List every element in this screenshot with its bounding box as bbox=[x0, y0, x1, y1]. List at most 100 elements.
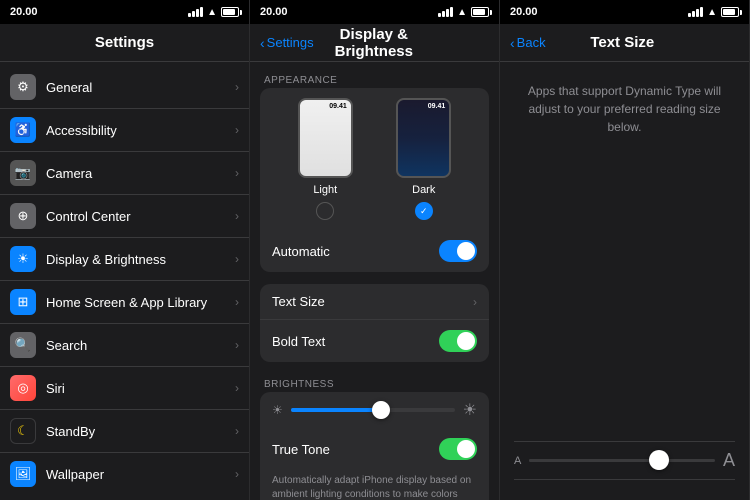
back-button-textsize[interactable]: ‹ Back bbox=[510, 35, 546, 51]
light-thumb: 09.41 bbox=[298, 98, 353, 178]
settings-panel: 20.00 ▲ Settings ⚙ General › ♿ Accessibi… bbox=[0, 0, 250, 500]
chevron-icon: › bbox=[235, 80, 239, 94]
status-time-3: 20.00 bbox=[510, 6, 538, 18]
appearance-header: APPEARANCE bbox=[250, 71, 351, 92]
brightness-fill bbox=[291, 408, 381, 412]
chevron-icon: › bbox=[235, 209, 239, 223]
display-icon: ☀ bbox=[10, 246, 36, 272]
display-title: Display & Brightness bbox=[314, 26, 434, 60]
text-size-description: Apps that support Dynamic Type will adju… bbox=[500, 62, 749, 152]
text-size-chevron: › bbox=[473, 295, 477, 309]
light-status: 09.41 bbox=[300, 100, 351, 112]
status-icons-2: ▲ bbox=[438, 7, 489, 18]
wifi-icon-2: ▲ bbox=[457, 7, 467, 18]
dark-option[interactable]: 09.41 Dark bbox=[396, 98, 451, 220]
back-chevron: ‹ bbox=[260, 35, 265, 51]
search-icon: 🔍 bbox=[10, 332, 36, 358]
light-label: Light bbox=[313, 184, 337, 196]
display-content: APPEARANCE 09.41 Light 09.4 bbox=[250, 62, 499, 500]
true-tone-row: True Tone bbox=[260, 428, 489, 470]
settings-title: Settings bbox=[50, 34, 199, 51]
display-label: Display & Brightness bbox=[46, 252, 225, 267]
dark-thumb: 09.41 bbox=[396, 98, 451, 178]
camera-icon: 📷 bbox=[10, 160, 36, 186]
text-size-nav: ‹ Back Text Size bbox=[500, 24, 749, 62]
status-icons-1: ▲ bbox=[188, 7, 239, 18]
settings-item-search[interactable]: 🔍 Search › bbox=[0, 323, 249, 366]
bold-text-row: Bold Text bbox=[260, 319, 489, 362]
dark-radio[interactable] bbox=[415, 202, 433, 220]
text-size-title: Text Size bbox=[546, 34, 699, 51]
font-track[interactable] bbox=[529, 459, 715, 462]
appearance-card: 09.41 Light 09.41 Dark bbox=[260, 88, 489, 272]
standby-icon: ☾ bbox=[10, 418, 36, 444]
bold-text-label: Bold Text bbox=[272, 334, 429, 349]
control-center-icon: ⊕ bbox=[10, 203, 36, 229]
text-size-panel: 20.00 ▲ ‹ Back Text Size Apps that suppo… bbox=[500, 0, 750, 500]
font-size-demo: A A bbox=[500, 152, 749, 500]
wallpaper-label: Wallpaper bbox=[46, 467, 225, 482]
camera-label: Camera bbox=[46, 166, 225, 181]
light-radio[interactable] bbox=[316, 202, 334, 220]
back-label-3: Back bbox=[517, 35, 546, 50]
battery-icon-3 bbox=[721, 7, 739, 17]
automatic-label: Automatic bbox=[272, 244, 429, 259]
back-chevron-3: ‹ bbox=[510, 35, 515, 51]
wifi-icon-3: ▲ bbox=[707, 7, 717, 18]
chevron-icon: › bbox=[235, 381, 239, 395]
status-bar-2: 20.00 ▲ bbox=[250, 0, 499, 24]
chevron-icon: › bbox=[235, 252, 239, 266]
signal-icon bbox=[188, 7, 203, 17]
bold-text-toggle[interactable] bbox=[439, 330, 477, 352]
wallpaper-icon: 🖼 bbox=[10, 461, 36, 487]
chevron-icon: › bbox=[235, 123, 239, 137]
light-time: 09.41 bbox=[329, 103, 347, 110]
font-slider-row[interactable]: A A bbox=[500, 442, 749, 479]
general-label: General bbox=[46, 80, 225, 95]
settings-item-siri[interactable]: ◎ Siri › bbox=[0, 366, 249, 409]
chevron-icon: › bbox=[235, 338, 239, 352]
light-option[interactable]: 09.41 Light bbox=[298, 98, 353, 220]
display-nav: ‹ Settings Display & Brightness bbox=[250, 24, 499, 62]
font-thumb[interactable] bbox=[649, 450, 669, 470]
status-bar-1: 20.00 ▲ bbox=[0, 0, 249, 24]
settings-item-display[interactable]: ☀ Display & Brightness › bbox=[0, 237, 249, 280]
settings-item-control-center[interactable]: ⊕ Control Center › bbox=[0, 194, 249, 237]
appearance-thumbnails: 09.41 Light 09.41 Dark bbox=[260, 88, 489, 230]
brightness-thumb[interactable] bbox=[372, 401, 390, 419]
brightness-slider-row[interactable]: ☀ ☀ bbox=[260, 392, 489, 428]
status-time-2: 20.00 bbox=[260, 6, 288, 18]
status-icons-3: ▲ bbox=[688, 7, 739, 18]
settings-item-general[interactable]: ⚙ General › bbox=[0, 66, 249, 108]
true-tone-label: True Tone bbox=[272, 442, 429, 457]
display-panel: 20.00 ▲ ‹ Settings Display & Brightness … bbox=[250, 0, 500, 500]
settings-nav: Settings bbox=[0, 24, 249, 62]
brightness-low-icon: ☀ bbox=[272, 403, 283, 417]
text-size-row[interactable]: Text Size › bbox=[260, 284, 489, 319]
chevron-icon: › bbox=[235, 424, 239, 438]
battery-icon-2 bbox=[471, 7, 489, 17]
brightness-high-icon: ☀ bbox=[463, 400, 477, 420]
settings-item-standby[interactable]: ☾ StandBy › bbox=[0, 409, 249, 452]
control-center-label: Control Center bbox=[46, 209, 225, 224]
automatic-toggle[interactable] bbox=[439, 240, 477, 262]
chevron-icon: › bbox=[235, 467, 239, 481]
font-large-label: A bbox=[723, 450, 735, 471]
true-tone-toggle[interactable] bbox=[439, 438, 477, 460]
general-icon: ⚙ bbox=[10, 74, 36, 100]
settings-item-accessibility[interactable]: ♿ Accessibility › bbox=[0, 108, 249, 151]
siri-label: Siri bbox=[46, 381, 225, 396]
true-tone-desc: Automatically adapt iPhone display based… bbox=[260, 470, 489, 500]
brightness-track[interactable] bbox=[291, 408, 455, 412]
dark-status: 09.41 bbox=[398, 100, 449, 112]
settings-item-camera[interactable]: 📷 Camera › bbox=[0, 151, 249, 194]
settings-item-wallpaper[interactable]: 🖼 Wallpaper › bbox=[0, 452, 249, 495]
battery-icon bbox=[221, 7, 239, 17]
accessibility-icon: ♿ bbox=[10, 117, 36, 143]
settings-item-homescreen[interactable]: ⊞ Home Screen & App Library › bbox=[0, 280, 249, 323]
font-small-label: A bbox=[514, 455, 521, 467]
back-button-display[interactable]: ‹ Settings bbox=[260, 35, 314, 51]
standby-label: StandBy bbox=[46, 424, 225, 439]
chevron-icon: › bbox=[235, 166, 239, 180]
siri-icon: ◎ bbox=[10, 375, 36, 401]
